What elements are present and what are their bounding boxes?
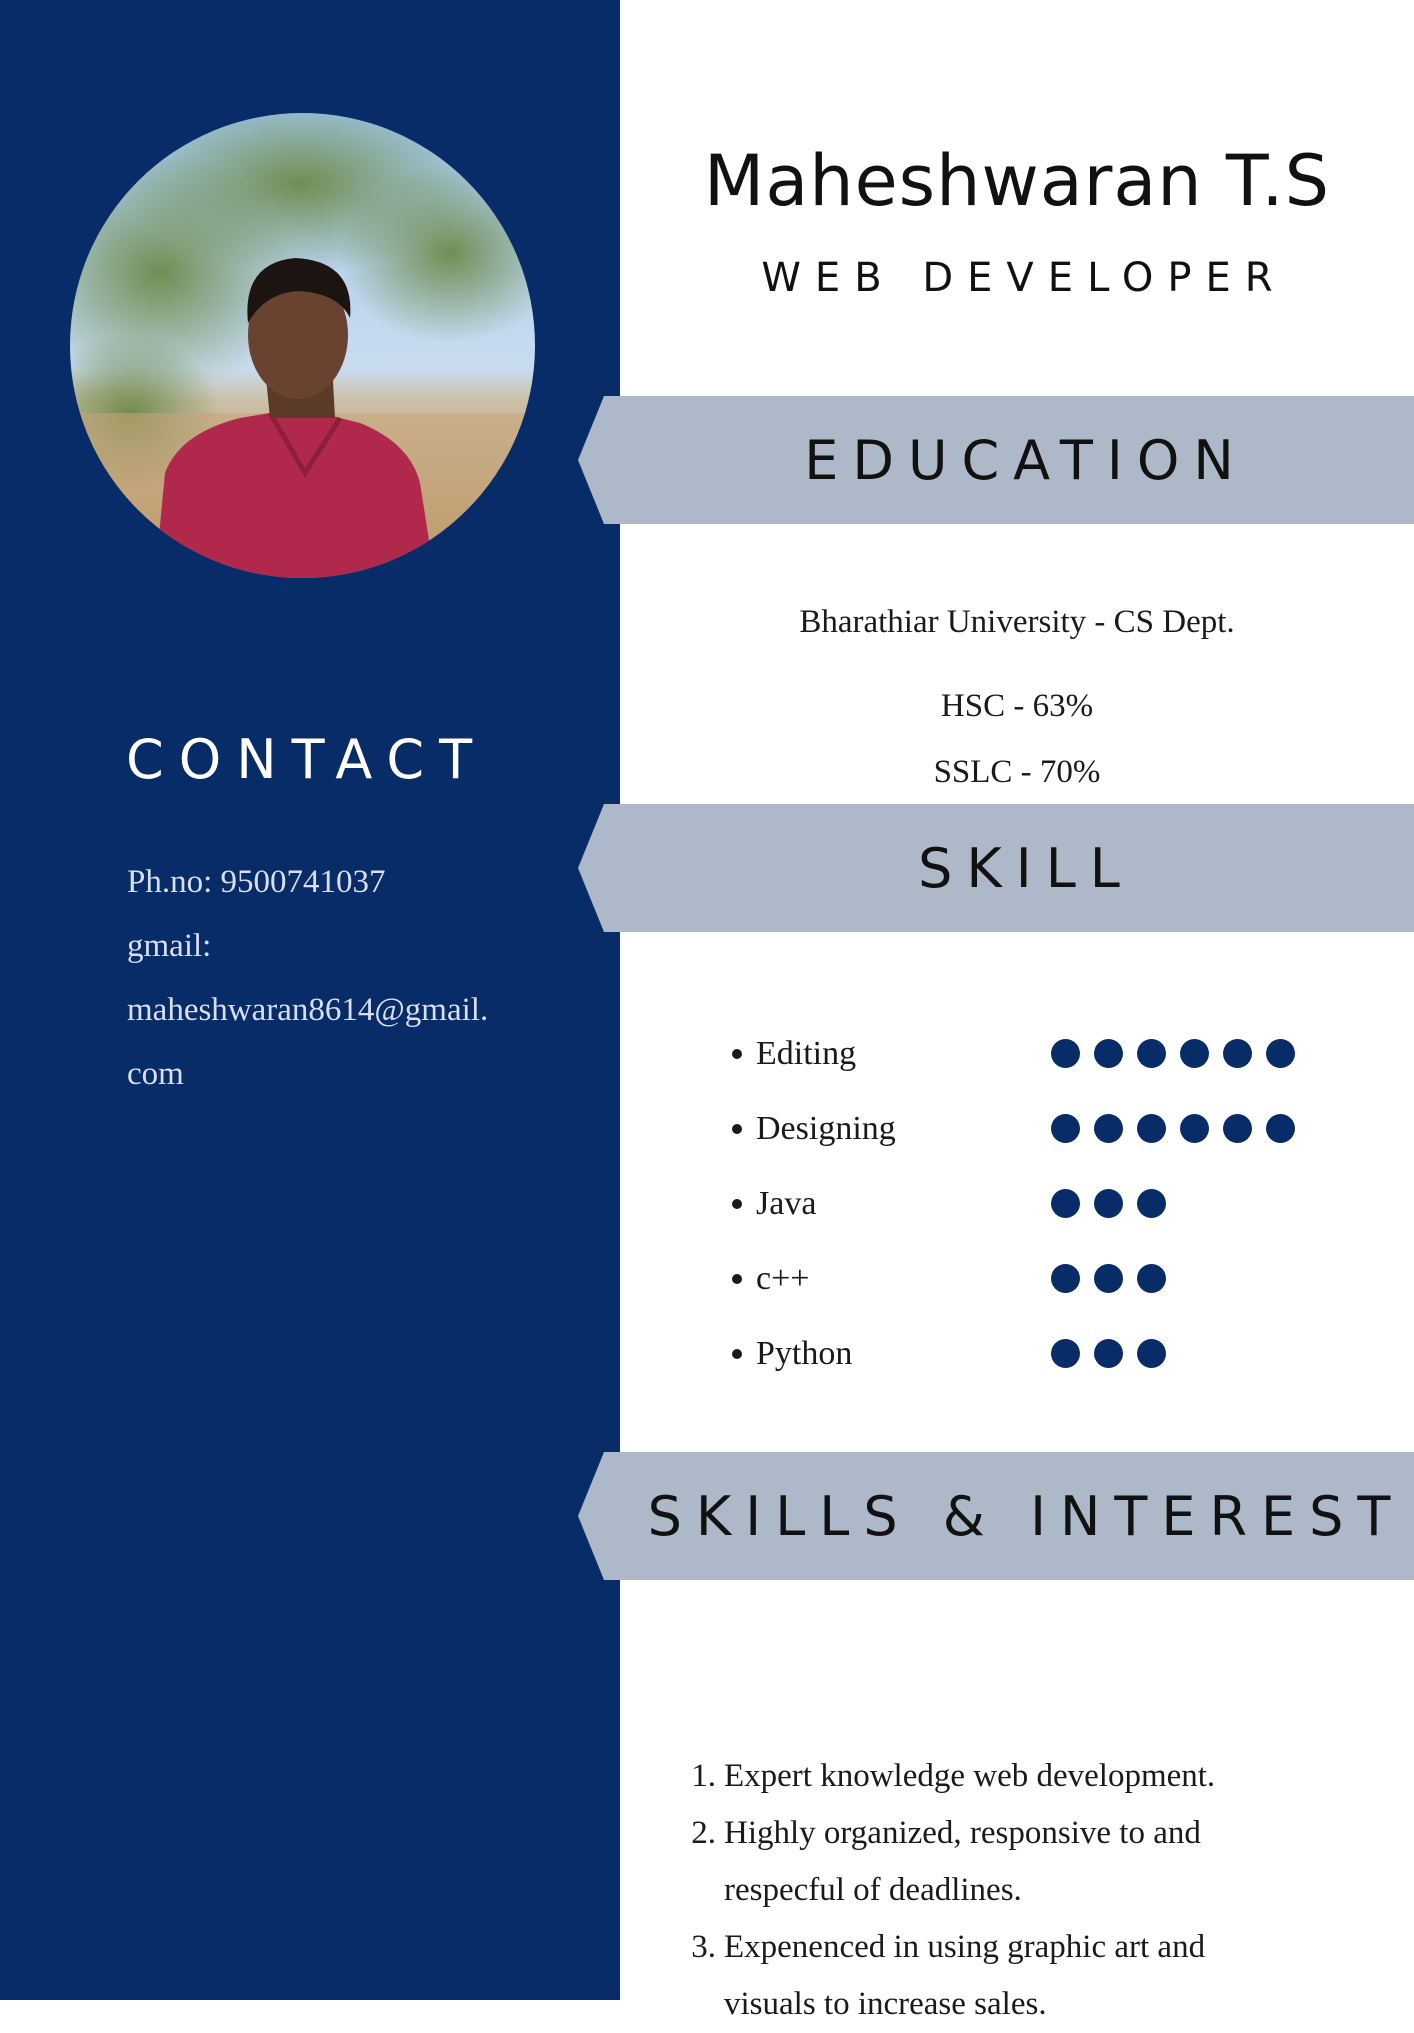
interests-banner: SKILLS & INTEREST — [578, 1452, 1414, 1580]
bullet-icon — [732, 1198, 742, 1209]
rating-dot-icon — [1094, 1339, 1123, 1368]
rating-dot-icon — [1137, 1189, 1166, 1218]
interest-text: Expert knowledge web development. — [724, 1748, 1215, 1805]
interest-item: 1. Expert knowledge web development. — [682, 1748, 1402, 1805]
skill-heading: SKILL — [918, 836, 1134, 900]
education-banner: EDUCATION — [578, 396, 1414, 524]
rating-dot-icon — [1094, 1039, 1123, 1068]
interest-number: 1. — [691, 1758, 716, 1794]
interests-heading: SKILLS & INTEREST — [647, 1484, 1405, 1548]
contact-email-label: gmail: — [127, 928, 212, 964]
skill-name: Editing — [756, 1034, 857, 1072]
candidate-title: WEB DEVELOPER — [761, 255, 1287, 301]
contact-email-line-2: com — [127, 1056, 184, 1092]
candidate-name: Maheshwaran T.S — [703, 140, 1331, 222]
rating-dot-icon — [1051, 1339, 1080, 1368]
rating-dot-icon — [1180, 1039, 1209, 1068]
education-university: Bharathiar University - CS Dept. — [799, 604, 1235, 640]
interest-text: Highly organized, responsive to and respe… — [724, 1805, 1201, 1919]
skill-row: Designing — [720, 1091, 1400, 1166]
rating-dot-icon — [1094, 1189, 1123, 1218]
rating-dot-icon — [1137, 1114, 1166, 1143]
skill-rating — [1051, 1114, 1295, 1143]
skill-name: Python — [756, 1334, 853, 1372]
skill-list: Editing Designing Java c++ Python — [720, 1016, 1400, 1391]
rating-dot-icon — [1223, 1114, 1252, 1143]
contact-details: Ph.no: 9500741037 gmail: maheshwaran8614… — [127, 850, 597, 1106]
interest-text-line: respecful of deadlines. — [724, 1872, 1022, 1908]
rating-dot-icon — [1051, 1264, 1080, 1293]
skill-name: Designing — [756, 1109, 896, 1147]
bullet-icon — [732, 1048, 742, 1059]
skill-banner: SKILL — [578, 804, 1414, 932]
contact-email-line-1: maheshwaran8614@gmail. — [127, 992, 489, 1028]
rating-dot-icon — [1266, 1114, 1295, 1143]
rating-dot-icon — [1266, 1039, 1295, 1068]
rating-dot-icon — [1051, 1114, 1080, 1143]
skill-rating — [1051, 1264, 1166, 1293]
interest-text-line: Expenenced in using graphic art and — [724, 1929, 1206, 1965]
contact-heading: CONTACT — [126, 728, 488, 791]
interest-text-line: visuals to increase sales. — [724, 1986, 1047, 2022]
profile-photo — [70, 113, 535, 578]
skill-row: Editing — [720, 1016, 1400, 1091]
interest-number: 3. — [691, 1929, 716, 1965]
rating-dot-icon — [1180, 1114, 1209, 1143]
contact-phone: Ph.no: 9500741037 — [127, 864, 386, 900]
rating-dot-icon — [1223, 1039, 1252, 1068]
skill-row: Java — [720, 1166, 1400, 1241]
education-heading: EDUCATION — [804, 428, 1248, 492]
profile-photo-image — [70, 113, 535, 578]
skill-rating — [1051, 1189, 1166, 1218]
rating-dot-icon — [1051, 1039, 1080, 1068]
rating-dot-icon — [1137, 1039, 1166, 1068]
education-sslc: SSLC - 70% — [933, 754, 1101, 790]
interest-item: 3. Expenenced in using graphic art and vis… — [682, 1919, 1402, 2033]
sidebar: CONTACT Ph.no: 9500741037 gmail: maheshw… — [0, 0, 620, 2000]
skill-row: Python — [720, 1316, 1400, 1391]
bullet-icon — [732, 1123, 742, 1134]
rating-dot-icon — [1094, 1114, 1123, 1143]
skill-name: c++ — [756, 1259, 810, 1297]
interest-text-line: Highly organized, responsive to and — [724, 1815, 1201, 1851]
bullet-icon — [732, 1273, 742, 1284]
skill-row: c++ — [720, 1241, 1400, 1316]
interest-text-line: Expert knowledge web development. — [724, 1758, 1216, 1794]
rating-dot-icon — [1137, 1264, 1166, 1293]
bullet-icon — [732, 1348, 742, 1359]
education-hsc: HSC - 63% — [940, 688, 1094, 724]
rating-dot-icon — [1051, 1189, 1080, 1218]
skill-rating — [1051, 1339, 1166, 1368]
interest-text: Expenenced in using graphic art and visua… — [724, 1919, 1205, 2033]
skill-name: Java — [756, 1184, 817, 1222]
rating-dot-icon — [1137, 1339, 1166, 1368]
interest-item: 2. Highly organized, responsive to and res… — [682, 1805, 1402, 1919]
interest-number: 2. — [691, 1815, 716, 1851]
skill-rating — [1051, 1039, 1295, 1068]
interests-list: 1. Expert knowledge web development. 2. Hig… — [682, 1748, 1402, 2033]
rating-dot-icon — [1094, 1264, 1123, 1293]
